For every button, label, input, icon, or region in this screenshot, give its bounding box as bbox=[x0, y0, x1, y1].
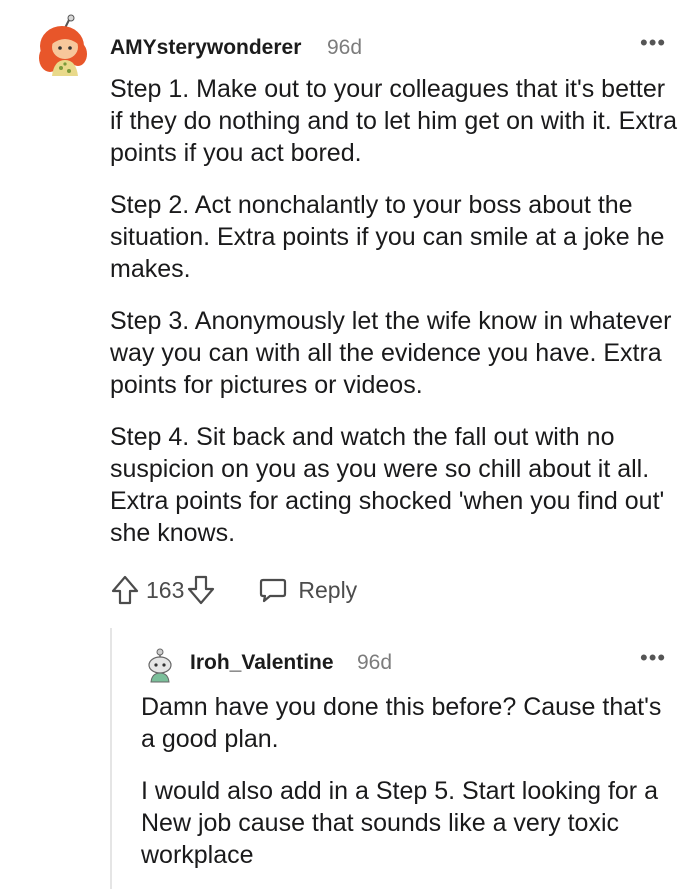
reply-author[interactable]: Iroh_Valentine bbox=[190, 651, 334, 675]
reply-paragraph: I would also add in a Step 5. Start look… bbox=[141, 777, 658, 869]
comment-paragraph: Step 4. Sit back and watch the fall out … bbox=[110, 423, 665, 547]
reply-label: Reply bbox=[298, 576, 358, 603]
comment-paragraph: Step 1. Make out to your colleagues that… bbox=[110, 75, 677, 167]
vote-count: 163 bbox=[146, 576, 185, 603]
comment-timestamp[interactable]: 96d bbox=[327, 36, 362, 60]
thread-line[interactable] bbox=[110, 628, 112, 889]
arrow-down-icon[interactable] bbox=[186, 574, 216, 606]
more-options-icon[interactable]: ••• bbox=[640, 30, 666, 56]
comment-paragraph: Step 2. Act nonchalantly to your boss ab… bbox=[110, 191, 665, 283]
reply-timestamp[interactable]: 96d bbox=[357, 651, 392, 675]
comment-author[interactable]: AMYsterywonderer bbox=[110, 36, 301, 60]
reply-body: Damn have you done this before? Cause th… bbox=[141, 691, 681, 891]
avatar[interactable] bbox=[34, 14, 96, 80]
more-options-icon[interactable]: ••• bbox=[640, 645, 666, 671]
comment-actions: 163 Reply bbox=[110, 572, 357, 608]
comment-body: Step 1. Make out to your colleagues that… bbox=[110, 73, 680, 569]
comment-paragraph: Step 3. Anonymously let the wife know in… bbox=[110, 307, 672, 399]
reply-button[interactable]: Reply bbox=[258, 575, 357, 605]
avatar[interactable] bbox=[143, 647, 177, 683]
speech-bubble-icon bbox=[260, 578, 287, 603]
arrow-up-icon[interactable] bbox=[110, 574, 140, 606]
reply-paragraph: Damn have you done this before? Cause th… bbox=[141, 693, 662, 753]
